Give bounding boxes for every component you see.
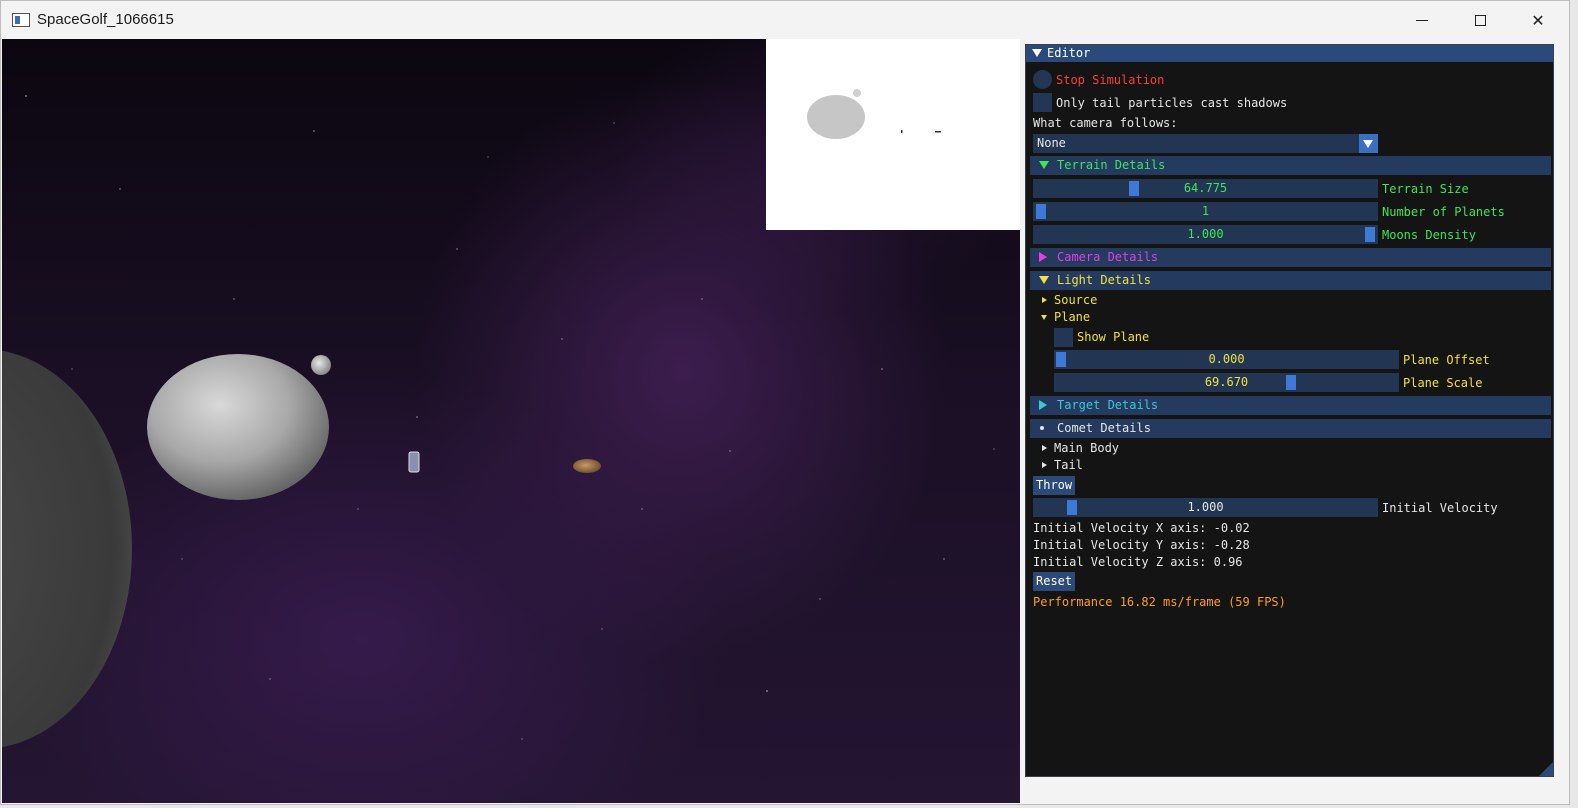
tail-label: Tail [1054, 458, 1083, 472]
light-source-label: Source [1054, 293, 1098, 307]
chevron-down-icon [1363, 140, 1373, 148]
moons-density-value: 1.000 [1187, 227, 1224, 241]
light-plane-label: Plane [1054, 310, 1091, 324]
plane-scale-slider[interactable]: 69.670 [1054, 373, 1399, 392]
performance-text: Performance 16.82 ms/frame (59 FPS) [1033, 595, 1286, 609]
comet-details-header[interactable]: Comet Details [1030, 419, 1551, 438]
expanded-icon [1041, 315, 1047, 320]
camera-follows-select[interactable]: None [1033, 134, 1378, 153]
terrain-size-slider[interactable]: 64.775 [1033, 179, 1378, 198]
title-bar[interactable]: SpaceGolf_1066615 ✕ [1, 1, 1569, 39]
plane-offset-value: 0.000 [1208, 352, 1245, 366]
close-button[interactable]: ✕ [1509, 1, 1567, 39]
planets-value: 1 [1201, 204, 1210, 218]
terrain-size-label: Terrain Size [1382, 182, 1469, 196]
editor-title: Editor [1047, 46, 1091, 60]
velocity-x-text: Initial Velocity X axis: -0.02 [1033, 521, 1250, 535]
app-icon [12, 13, 30, 27]
expanded-icon [1039, 276, 1049, 284]
close-icon: ✕ [1531, 10, 1545, 30]
initial-velocity-value: 1.000 [1187, 500, 1224, 514]
collapsed-icon [1039, 400, 1047, 410]
large-planet [2, 350, 132, 748]
planets-label: Number of Planets [1382, 205, 1505, 219]
tail-shadows-checkbox[interactable] [1033, 93, 1052, 112]
minimize-button[interactable] [1393, 1, 1451, 39]
main-body-node[interactable]: Main Body [1040, 441, 1160, 456]
throw-button[interactable]: Throw [1033, 476, 1076, 495]
planets-slider[interactable]: 1 [1033, 202, 1378, 221]
collapsed-icon [1039, 252, 1047, 262]
tail-node[interactable]: Tail [1040, 458, 1160, 473]
editor-panel[interactable]: Editor Stop Simulation Only tail particl… [1025, 44, 1554, 777]
stop-simulation-checkbox[interactable] [1033, 70, 1052, 89]
scene-viewport[interactable] [2, 39, 1020, 803]
dropdown-button[interactable] [1359, 134, 1378, 153]
main-body-label: Main Body [1054, 441, 1120, 455]
shadow-map-preview [766, 39, 1020, 230]
plane-offset-slider[interactable]: 0.000 [1054, 350, 1399, 369]
resize-grip[interactable] [1539, 762, 1553, 776]
camera-details-label: Camera Details [1057, 250, 1159, 264]
comet [573, 459, 601, 473]
collapsed-icon [1042, 297, 1047, 303]
plane-scale-label: Plane Scale [1403, 376, 1483, 390]
light-details-label: Light Details [1057, 273, 1151, 287]
collapse-icon[interactable] [1032, 49, 1042, 57]
collapsed-icon [1042, 445, 1047, 451]
stop-simulation-label[interactable]: Stop Simulation [1056, 73, 1164, 87]
window-title: SpaceGolf_1066615 [37, 11, 174, 28]
minimize-icon [1416, 19, 1428, 21]
show-plane-checkbox[interactable] [1054, 328, 1073, 347]
target-details-label: Target Details [1057, 398, 1159, 412]
terrain-size-value: 64.775 [1183, 181, 1228, 195]
initial-velocity-label: Initial Velocity [1382, 501, 1498, 515]
collapsed-icon [1042, 462, 1047, 468]
camera-follows-value: None [1037, 136, 1066, 150]
camera-details-header[interactable]: Camera Details [1030, 248, 1551, 267]
camera-follows-label: What camera follows: [1033, 116, 1178, 130]
moons-density-label: Moons Density [1382, 228, 1476, 242]
plane-scale-value: 69.670 [1204, 375, 1249, 389]
maximize-icon [1474, 14, 1486, 26]
velocity-z-text: Initial Velocity Z axis: 0.96 [1033, 555, 1243, 569]
target-object [408, 451, 420, 473]
bullet-icon [1040, 426, 1044, 430]
show-plane-label: Show Plane [1077, 330, 1150, 344]
moons-density-slider[interactable]: 1.000 [1033, 225, 1378, 244]
light-details-header[interactable]: Light Details [1030, 271, 1551, 290]
maximize-button[interactable] [1451, 1, 1509, 39]
target-details-header[interactable]: Target Details [1030, 396, 1551, 415]
velocity-y-text: Initial Velocity Y axis: -0.28 [1033, 538, 1250, 552]
app-window: SpaceGolf_1066615 ✕ Editor Stop Simulati… [0, 0, 1570, 805]
terrain-details-header[interactable]: Terrain Details [1030, 156, 1551, 175]
terrain-details-label: Terrain Details [1057, 158, 1166, 172]
tail-shadows-label: Only tail particles cast shadows [1056, 96, 1288, 110]
planet [147, 354, 329, 500]
initial-velocity-slider[interactable]: 1.000 [1033, 498, 1378, 517]
editor-title-bar[interactable]: Editor [1026, 45, 1553, 62]
light-plane-node[interactable]: Plane [1040, 310, 1160, 325]
light-source-node[interactable]: Source [1040, 293, 1160, 308]
plane-offset-label: Plane Offset [1403, 353, 1490, 367]
expanded-icon [1039, 161, 1049, 169]
reset-button[interactable]: Reset [1033, 572, 1076, 591]
moon [311, 355, 331, 375]
comet-details-label: Comet Details [1057, 421, 1151, 435]
shadow-map-content [807, 89, 941, 139]
